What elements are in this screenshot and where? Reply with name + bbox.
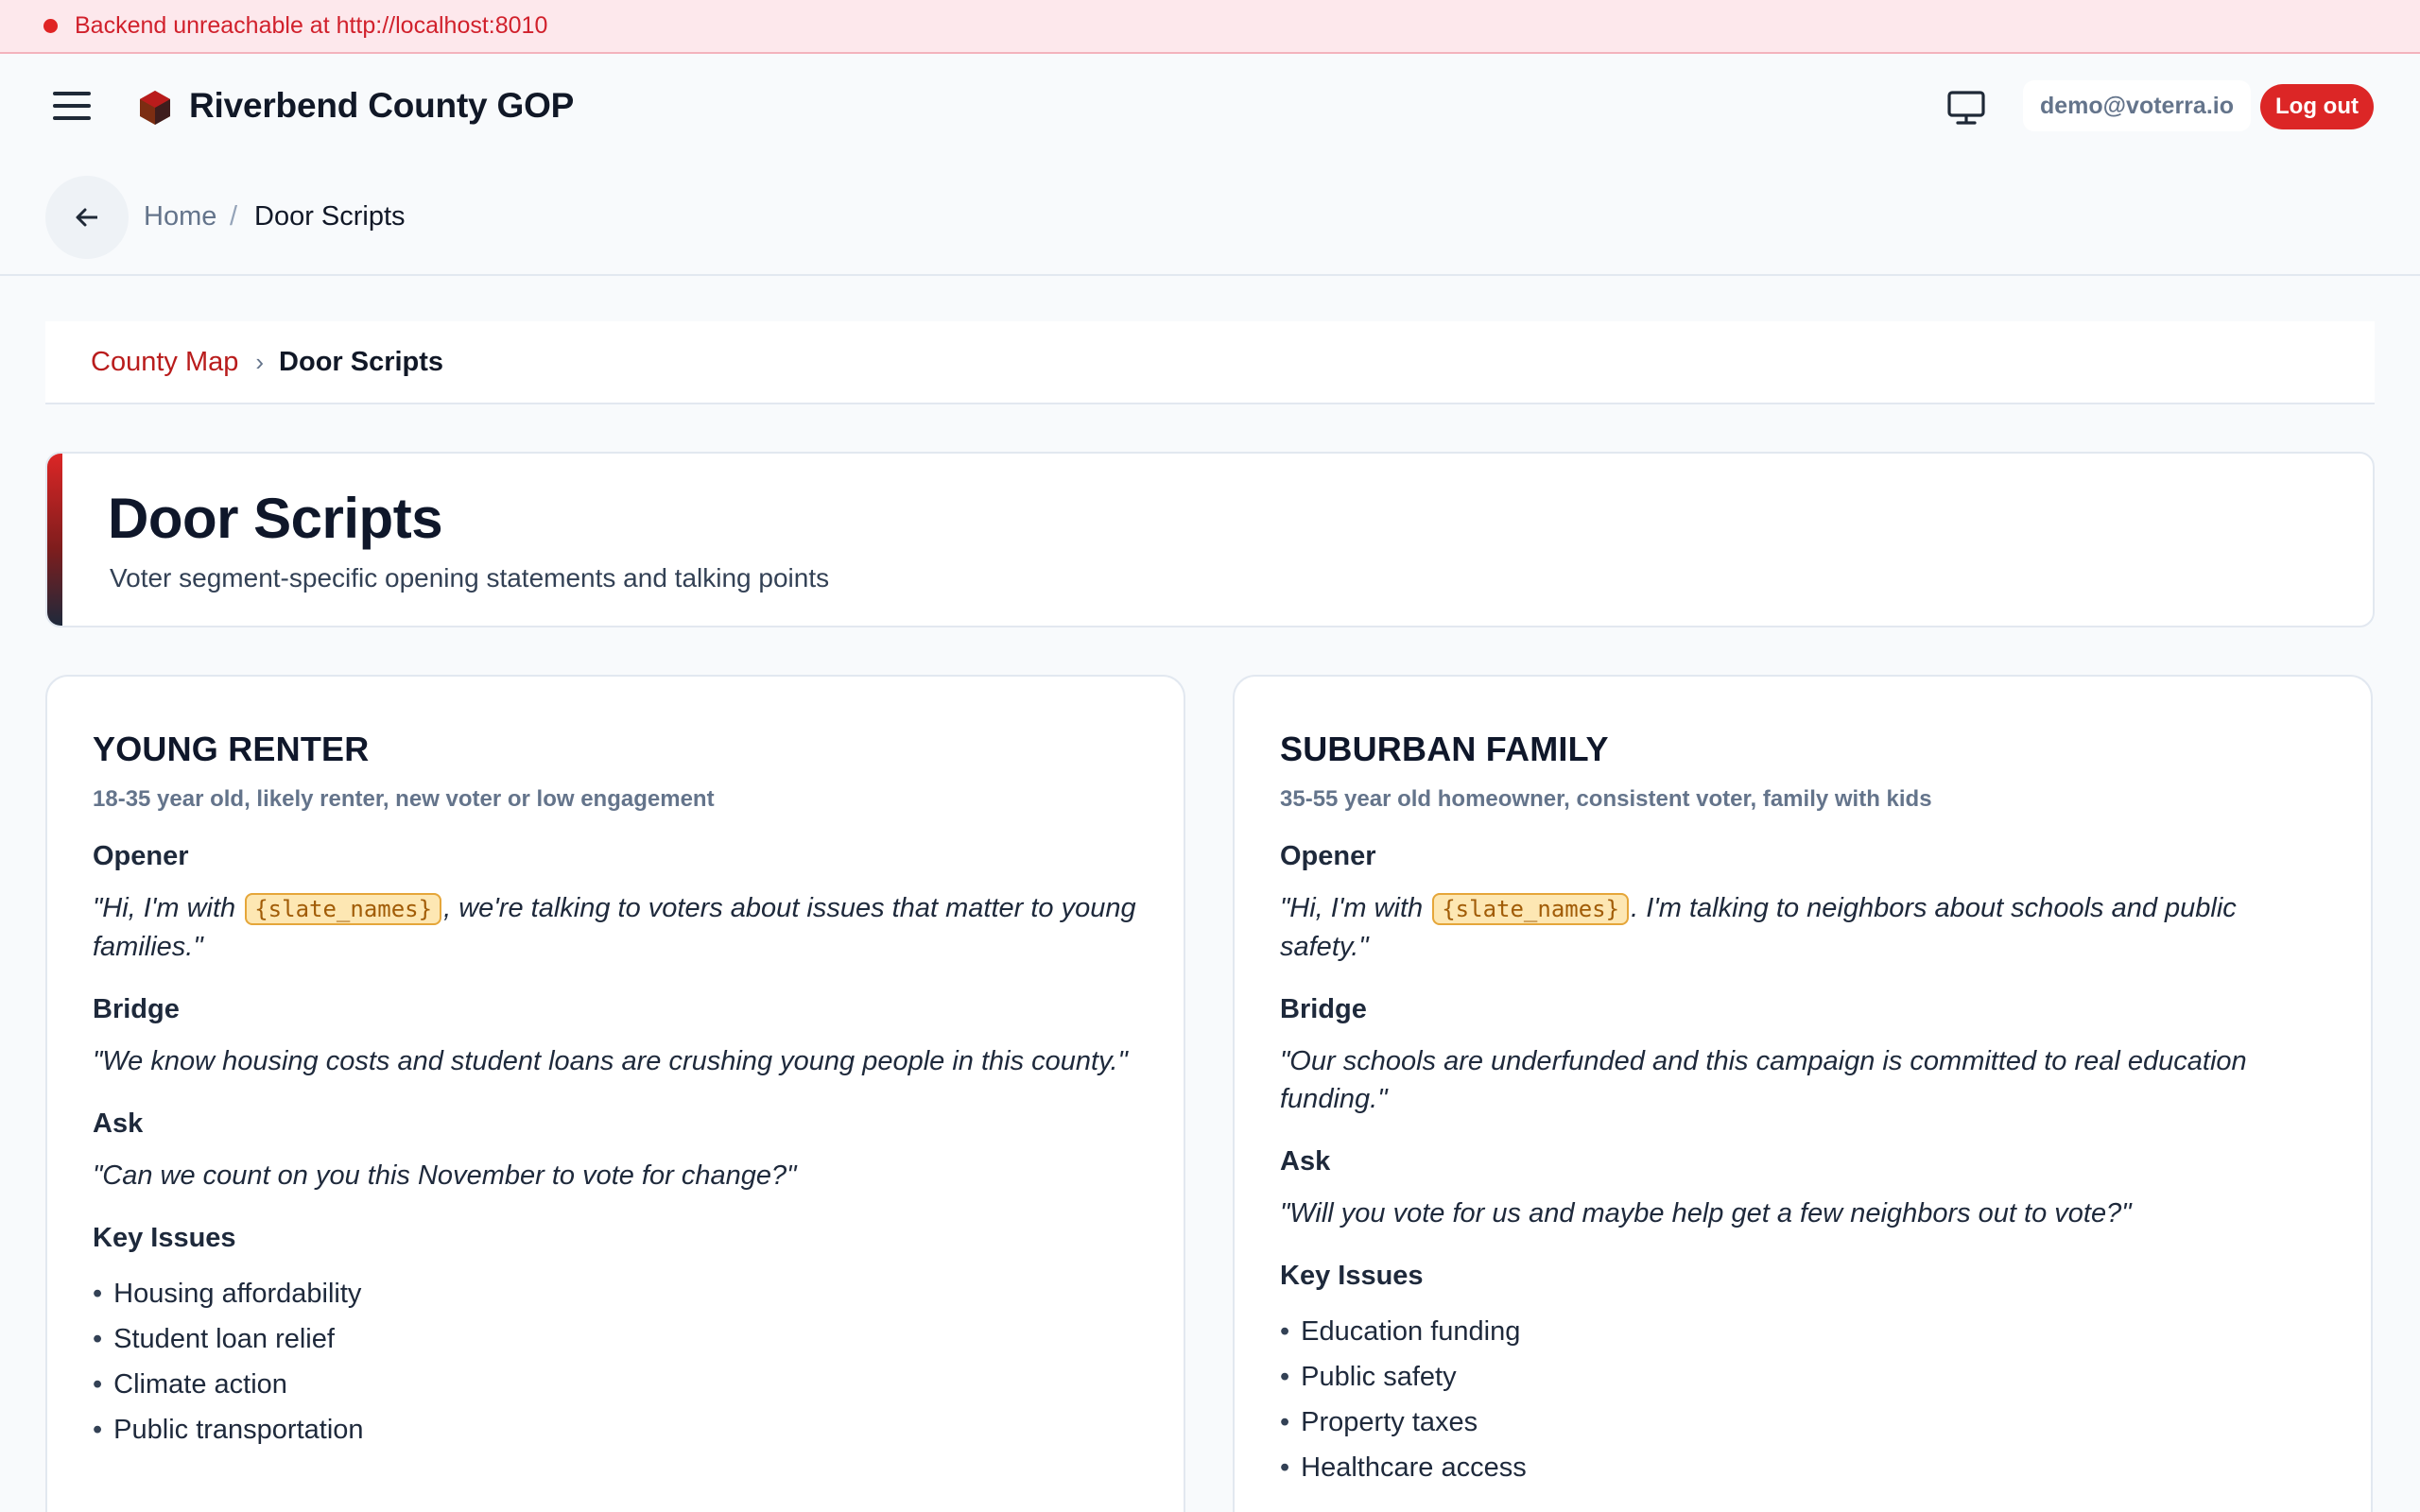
key-issues-list: Housing affordability Student loan relie…: [93, 1271, 1142, 1452]
ask-text: "Will you vote for us and maybe help get…: [1280, 1198, 2132, 1228]
segment-card-young-renter: YOUNG RENTER 18-35 year old, likely rent…: [45, 675, 1185, 1512]
slate-names-tag: {slate_names}: [1432, 893, 1630, 925]
list-item: Housing affordability: [93, 1271, 1142, 1316]
breadcrumb-home-link[interactable]: Home: [144, 201, 216, 232]
key-issues-label: Key Issues: [1280, 1261, 1424, 1291]
opener-text: "Hi, I'm with {slate_names}. I'm talking…: [1280, 893, 2237, 962]
list-item: Climate action: [93, 1362, 1142, 1407]
page-title: Door Scripts: [108, 487, 443, 550]
arrow-left-icon: [76, 208, 97, 227]
segment-name: YOUNG RENTER: [93, 730, 370, 768]
slate-names-tag: {slate_names}: [245, 893, 442, 925]
list-item: Property taxes: [1280, 1400, 2329, 1445]
page-header-card: Door Scripts Voter segment-specific open…: [45, 452, 2375, 627]
breadcrumb-separator: /: [230, 201, 238, 232]
county-map-link[interactable]: County Map: [91, 347, 238, 378]
monitor-icon[interactable]: [1947, 90, 1985, 126]
back-button[interactable]: [45, 176, 129, 259]
segment-card-suburban-family: SUBURBAN FAMILY 35-55 year old homeowner…: [1233, 675, 2373, 1512]
key-issues-list: Education funding Public safety Property…: [1280, 1309, 2329, 1490]
list-item: Education funding: [1280, 1309, 2329, 1354]
hexagon-logo-icon: [140, 91, 170, 125]
error-banner: Backend unreachable at http://localhost:…: [0, 0, 2420, 54]
ask-text: "Can we count on you this November to vo…: [93, 1160, 797, 1191]
chevron-right-icon: ›: [255, 347, 265, 376]
top-app-bar: Riverbend County GOP demo@voterra.io Log…: [0, 54, 2420, 160]
ask-label: Ask: [1280, 1146, 1331, 1177]
status-dot-icon: [43, 19, 58, 33]
hamburger-menu-icon[interactable]: [53, 92, 91, 122]
opener-text: "Hi, I'm with {slate_names}, we're talki…: [93, 893, 1136, 962]
app-title: Riverbend County GOP: [189, 86, 575, 125]
sub-breadcrumb-current: Door Scripts: [279, 346, 444, 377]
bridge-label: Bridge: [93, 994, 180, 1024]
list-item: Public transportation: [93, 1407, 1142, 1452]
list-item: Public safety: [1280, 1354, 2329, 1400]
logout-button[interactable]: Log out: [2260, 84, 2374, 129]
list-item: Student loan relief: [93, 1316, 1142, 1362]
sub-breadcrumb: County Map › Door Scripts: [45, 321, 2375, 404]
user-email[interactable]: demo@voterra.io: [2023, 80, 2251, 131]
ask-label: Ask: [93, 1108, 144, 1139]
bridge-text: "We know housing costs and student loans…: [93, 1046, 1128, 1076]
breadcrumb: Home / Door Scripts: [0, 160, 2420, 276]
segment-description: 18-35 year old, likely renter, new voter…: [93, 786, 715, 812]
breadcrumb-current: Door Scripts: [254, 201, 406, 232]
page-subtitle: Voter segment-specific opening statement…: [110, 563, 830, 593]
segment-name: SUBURBAN FAMILY: [1280, 730, 1609, 768]
opener-label: Opener: [1280, 841, 1376, 871]
bridge-text: "Our schools are underfunded and this ca…: [1280, 1046, 2247, 1114]
key-issues-label: Key Issues: [93, 1223, 236, 1253]
error-message: Backend unreachable at http://localhost:…: [75, 12, 548, 39]
header-accent-bar: [47, 454, 62, 626]
list-item: Healthcare access: [1280, 1445, 2329, 1490]
bridge-label: Bridge: [1280, 994, 1367, 1024]
segment-description: 35-55 year old homeowner, consistent vot…: [1280, 786, 1932, 812]
opener-label: Opener: [93, 841, 189, 871]
